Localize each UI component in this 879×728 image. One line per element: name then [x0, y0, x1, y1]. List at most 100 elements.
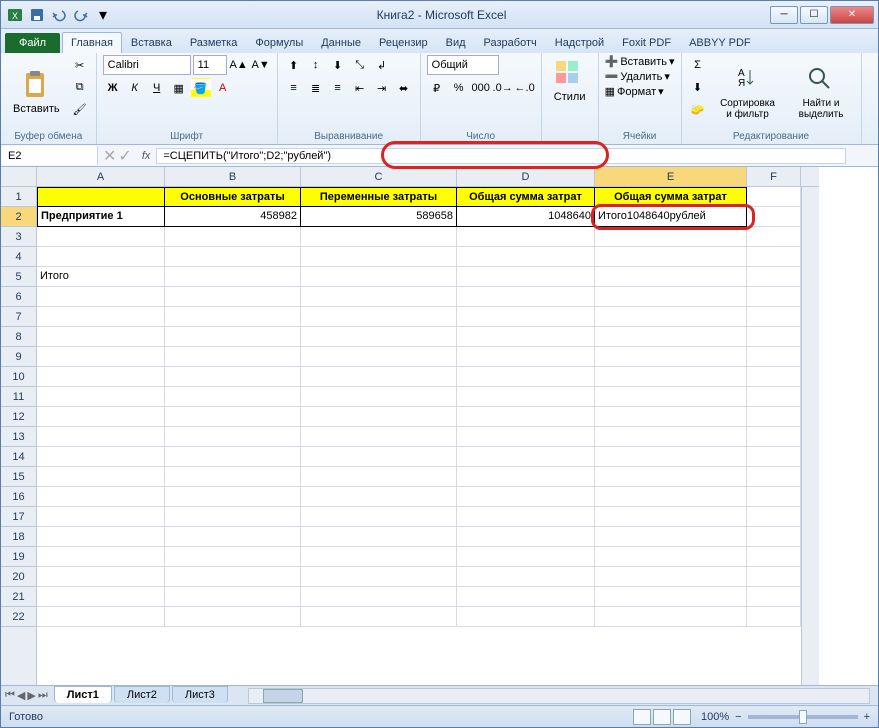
italic-button[interactable]: К [125, 78, 145, 98]
col-header-d[interactable]: D [457, 167, 595, 186]
cell-c1[interactable]: Переменные затраты [301, 187, 457, 207]
row-header-22[interactable]: 22 [1, 607, 36, 627]
percent-icon[interactable]: % [449, 78, 469, 98]
wrap-text-icon[interactable]: ↲ [372, 55, 392, 75]
indent-inc-icon[interactable]: ⇥ [372, 78, 392, 98]
sheet-tab-3[interactable]: Лист3 [172, 686, 228, 703]
cell-a3[interactable] [37, 227, 165, 247]
indent-dec-icon[interactable]: ⇤ [350, 78, 370, 98]
col-header-f[interactable]: F [747, 167, 801, 186]
zoom-out-button[interactable]: − [735, 711, 741, 723]
row-header-20[interactable]: 20 [1, 567, 36, 587]
cell-b2[interactable]: 458982 [165, 207, 301, 227]
sheet-nav-prev-icon[interactable]: ◀ [17, 689, 25, 702]
col-header-e[interactable]: E [595, 167, 747, 186]
row-header-5[interactable]: 5 [1, 267, 36, 287]
minimize-button[interactable]: ─ [770, 6, 798, 24]
clear-icon[interactable]: 🧽 [688, 99, 708, 119]
tab-view[interactable]: Вид [437, 32, 475, 53]
row-header-16[interactable]: 16 [1, 487, 36, 507]
border-icon[interactable]: ▦ [169, 78, 189, 98]
cell-d2[interactable]: 1048640 [457, 207, 595, 227]
tab-insert[interactable]: Вставка [122, 32, 181, 53]
redo-icon[interactable] [71, 5, 91, 25]
name-box[interactable]: E2 [2, 146, 98, 165]
align-top-icon[interactable]: ⬆ [284, 55, 304, 75]
cell-a2[interactable]: Предприятие 1 [37, 207, 165, 227]
styles-button[interactable]: Стили [548, 55, 592, 105]
qat-dropdown-icon[interactable]: ▾ [93, 5, 113, 25]
cell-grid[interactable]: Основные затраты Переменные затраты Обща… [37, 187, 801, 685]
zoom-in-button[interactable]: + [864, 711, 870, 723]
font-color-icon[interactable]: A [213, 78, 233, 98]
tab-data[interactable]: Данные [312, 32, 370, 53]
row-header-15[interactable]: 15 [1, 467, 36, 487]
fill-icon[interactable]: ⬇ [688, 77, 708, 97]
tab-abbyy[interactable]: ABBYY PDF [680, 32, 760, 53]
col-header-a[interactable]: A [37, 167, 165, 186]
grow-font-icon[interactable]: A▲ [229, 55, 249, 75]
tab-review[interactable]: Рецензир [370, 32, 437, 53]
save-icon[interactable] [27, 5, 47, 25]
row-header-2[interactable]: 2 [1, 207, 36, 227]
cell-e1[interactable]: Общая сумма затрат [595, 187, 747, 207]
cell-e2[interactable]: Итого1048640рублей [595, 207, 747, 227]
underline-button[interactable]: Ч [147, 78, 167, 98]
row-header-1[interactable]: 1 [1, 187, 36, 207]
row-header-18[interactable]: 18 [1, 527, 36, 547]
tab-layout[interactable]: Разметка [181, 32, 247, 53]
cell-d1[interactable]: Общая сумма затрат [457, 187, 595, 207]
font-size-combo[interactable]: 11 [193, 55, 227, 75]
sheet-tab-2[interactable]: Лист2 [114, 686, 170, 703]
find-select-button[interactable]: Найти и выделить [788, 55, 855, 129]
tab-developer[interactable]: Разработч [475, 32, 546, 53]
align-right-icon[interactable]: ≡ [328, 78, 348, 98]
row-header-6[interactable]: 6 [1, 287, 36, 307]
col-header-c[interactable]: C [301, 167, 457, 186]
formula-input[interactable]: =СЦЕПИТЬ("Итого";D2;"рублей") [156, 148, 846, 164]
cells-delete-button[interactable]: ➖Удалить ▾ [605, 70, 675, 83]
align-bottom-icon[interactable]: ⬇ [328, 55, 348, 75]
tab-addins[interactable]: Надстрой [546, 32, 613, 53]
autosum-icon[interactable]: Σ [688, 55, 708, 75]
align-center-icon[interactable]: ≣ [306, 78, 326, 98]
undo-icon[interactable] [49, 5, 69, 25]
orientation-icon[interactable]: ⤡ [350, 55, 370, 75]
currency-icon[interactable]: ₽ [427, 78, 447, 98]
view-page-layout-icon[interactable] [653, 709, 671, 725]
view-normal-icon[interactable] [633, 709, 651, 725]
row-header-7[interactable]: 7 [1, 307, 36, 327]
shrink-font-icon[interactable]: A▼ [251, 55, 271, 75]
tab-formulas[interactable]: Формулы [246, 32, 312, 53]
horizontal-scrollbar[interactable] [248, 688, 870, 704]
format-painter-icon[interactable]: 🖌 [70, 99, 90, 119]
sheet-nav-last-icon[interactable]: ⏭ [38, 689, 48, 702]
number-format-combo[interactable]: Общий [427, 55, 499, 75]
close-button[interactable]: ✕ [830, 6, 874, 24]
paste-button[interactable]: Вставить [7, 55, 66, 129]
fx-icon[interactable]: fx [136, 150, 157, 162]
enter-formula-icon[interactable]: ✓ [118, 146, 131, 166]
row-header-14[interactable]: 14 [1, 447, 36, 467]
cells-format-button[interactable]: ▦Формат ▾ [605, 85, 675, 98]
cut-icon[interactable]: ✂ [70, 55, 90, 75]
row-header-10[interactable]: 10 [1, 367, 36, 387]
tab-home[interactable]: Главная [62, 32, 122, 53]
row-header-3[interactable]: 3 [1, 227, 36, 247]
col-header-b[interactable]: B [165, 167, 301, 186]
font-name-combo[interactable]: Calibri [103, 55, 191, 75]
cells-insert-button[interactable]: ➕Вставить ▾ [605, 55, 675, 68]
cell-a5[interactable]: Итого [37, 267, 165, 287]
comma-icon[interactable]: 000 [471, 78, 491, 98]
row-header-17[interactable]: 17 [1, 507, 36, 527]
fill-color-icon[interactable]: 🪣 [191, 78, 211, 98]
zoom-slider[interactable] [748, 715, 858, 719]
cell-a4[interactable] [37, 247, 165, 267]
excel-icon[interactable]: X [5, 5, 25, 25]
row-header-8[interactable]: 8 [1, 327, 36, 347]
cell-f2[interactable] [747, 207, 801, 227]
align-left-icon[interactable]: ≡ [284, 78, 304, 98]
bold-button[interactable]: Ж [103, 78, 123, 98]
row-header-12[interactable]: 12 [1, 407, 36, 427]
inc-decimal-icon[interactable]: .0→ [493, 78, 513, 98]
